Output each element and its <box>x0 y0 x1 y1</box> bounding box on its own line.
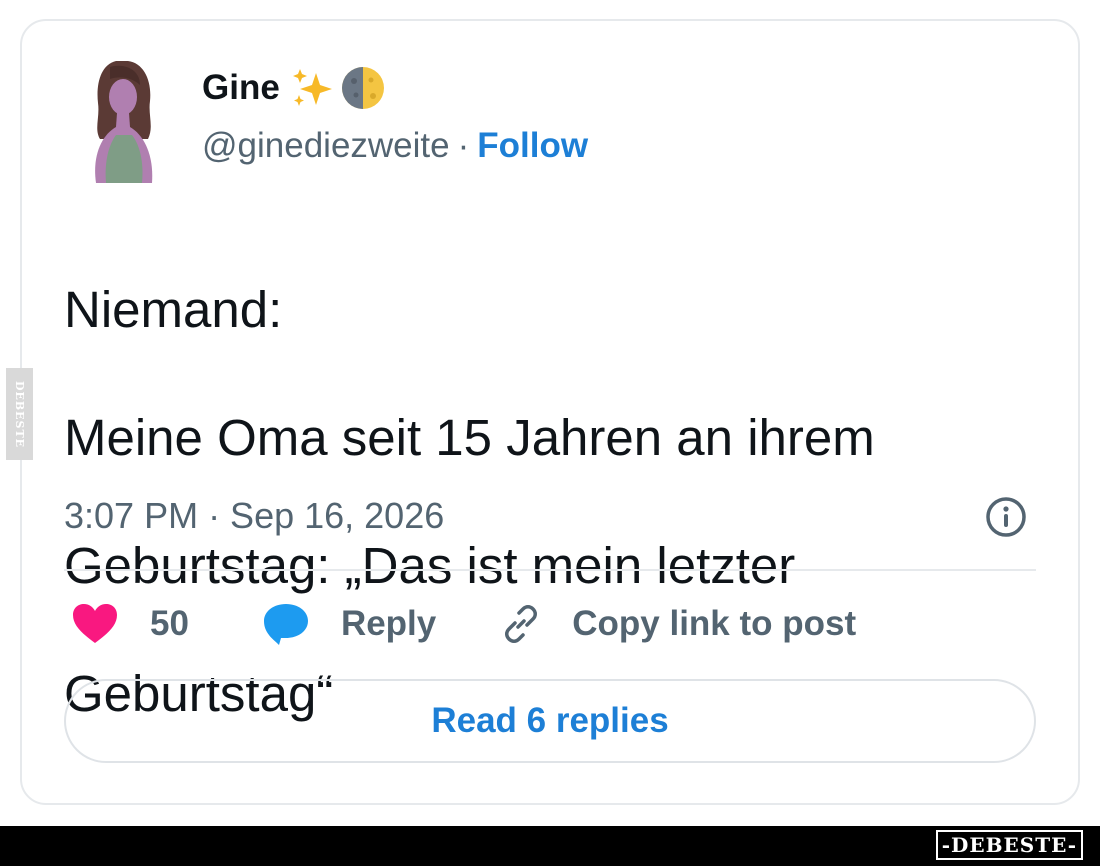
tweet-text-line: Geburtstag: „Das ist mein letzter <box>64 537 796 594</box>
tweet-text-line: Meine Oma seit 15 Jahren an ihrem <box>64 409 875 466</box>
moon-last-quarter-icon <box>341 67 384 109</box>
reply-label: Reply <box>340 604 437 643</box>
info-icon[interactable] <box>984 495 1028 539</box>
tweet-timestamp[interactable]: 3:07 PM · Sep 16, 2026 <box>64 490 444 542</box>
brand-watermark: -DEBESTE- <box>935 830 1083 860</box>
heart-icon <box>73 604 117 643</box>
link-icon <box>505 605 538 643</box>
tweet-text-line: Niemand: <box>64 281 283 338</box>
like-count: 50 <box>150 604 189 643</box>
author-name[interactable]: Gine <box>202 68 280 108</box>
follow-button[interactable]: Follow <box>477 126 588 166</box>
reply-button[interactable]: Reply <box>261 601 436 647</box>
avatar[interactable] <box>82 55 168 183</box>
name-emojis <box>290 65 386 111</box>
divider <box>64 569 1036 571</box>
side-watermark: DEBESTE <box>6 368 33 460</box>
author-handle[interactable]: @ginediezweite <box>202 126 450 166</box>
copy-link-button[interactable]: Copy link to post <box>498 601 856 647</box>
sparkles-icon <box>292 69 332 106</box>
bottom-bar: -DEBESTE- <box>0 826 1100 866</box>
read-replies-button[interactable]: Read 6 replies <box>64 679 1036 763</box>
handle-separator: · <box>457 126 470 165</box>
like-button[interactable]: 50 <box>70 601 189 647</box>
handle-row: @ginediezweite · Follow <box>202 124 588 168</box>
copy-link-label: Copy link to post <box>572 604 857 643</box>
reply-bubble-icon <box>263 604 308 645</box>
side-watermark-text: DEBESTE <box>13 380 26 448</box>
author-row: Gine <box>202 62 386 114</box>
action-bar: 50 Reply Copy link to post <box>70 596 856 652</box>
